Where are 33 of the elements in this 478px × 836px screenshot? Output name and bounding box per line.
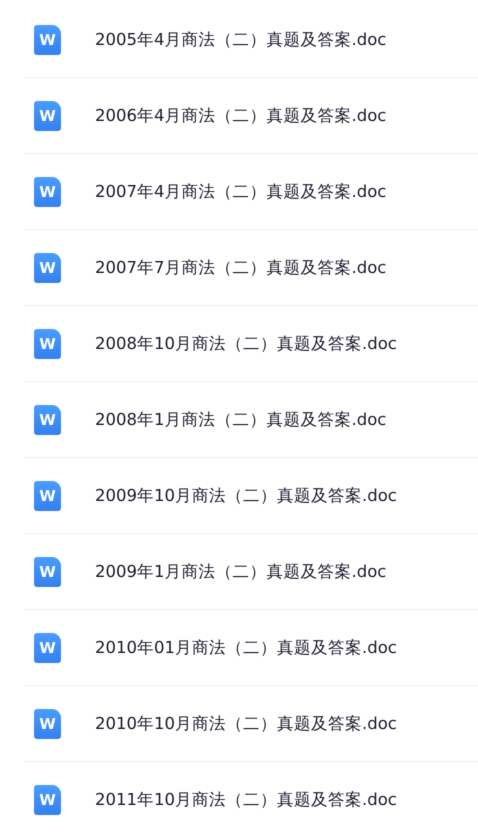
file-name: 2009年1月商法（二）真题及答案.doc bbox=[95, 560, 386, 582]
word-file-icon: W bbox=[34, 24, 61, 54]
file-row[interactable]: W 2007年7月商法（二）真题及答案.doc bbox=[24, 230, 478, 306]
file-row[interactable]: W 2006年4月商法（二）真题及答案.doc bbox=[24, 78, 478, 154]
word-file-icon: W bbox=[34, 404, 61, 434]
word-file-icon: W bbox=[34, 252, 61, 282]
file-name: 2007年4月商法（二）真题及答案.doc bbox=[95, 180, 386, 202]
file-row[interactable]: W 2008年1月商法（二）真题及答案.doc bbox=[24, 382, 478, 458]
file-name: 2011年10月商法（二）真题及答案.doc bbox=[95, 788, 397, 810]
file-name: 2008年10月商法（二）真题及答案.doc bbox=[95, 332, 397, 354]
word-file-icon: W bbox=[34, 328, 61, 358]
file-row[interactable]: W 2010年01月商法（二）真题及答案.doc bbox=[24, 610, 478, 686]
word-file-icon: W bbox=[34, 480, 61, 510]
file-name: 2007年7月商法（二）真题及答案.doc bbox=[95, 256, 386, 278]
file-name: 2006年4月商法（二）真题及答案.doc bbox=[95, 104, 386, 126]
file-name: 2005年4月商法（二）真题及答案.doc bbox=[95, 28, 386, 50]
file-row[interactable]: W 2005年4月商法（二）真题及答案.doc bbox=[24, 2, 478, 78]
file-row[interactable]: W 2007年4月商法（二）真题及答案.doc bbox=[24, 154, 478, 230]
file-row[interactable]: W 2009年1月商法（二）真题及答案.doc bbox=[24, 534, 478, 610]
file-row[interactable]: W 2011年10月商法（二）真题及答案.doc bbox=[24, 762, 478, 836]
word-file-icon: W bbox=[34, 556, 61, 586]
word-file-icon: W bbox=[34, 784, 61, 814]
word-file-icon: W bbox=[34, 632, 61, 662]
file-row[interactable]: W 2008年10月商法（二）真题及答案.doc bbox=[24, 306, 478, 382]
file-name: 2009年10月商法（二）真题及答案.doc bbox=[95, 484, 397, 506]
word-file-icon: W bbox=[34, 176, 61, 206]
file-name: 2010年10月商法（二）真题及答案.doc bbox=[95, 712, 397, 734]
file-row[interactable]: W 2010年10月商法（二）真题及答案.doc bbox=[24, 686, 478, 762]
file-row[interactable]: W 2009年10月商法（二）真题及答案.doc bbox=[24, 458, 478, 534]
word-file-icon: W bbox=[34, 100, 61, 130]
word-file-icon: W bbox=[34, 708, 61, 738]
file-name: 2008年1月商法（二）真题及答案.doc bbox=[95, 408, 386, 430]
file-name: 2010年01月商法（二）真题及答案.doc bbox=[95, 636, 397, 658]
